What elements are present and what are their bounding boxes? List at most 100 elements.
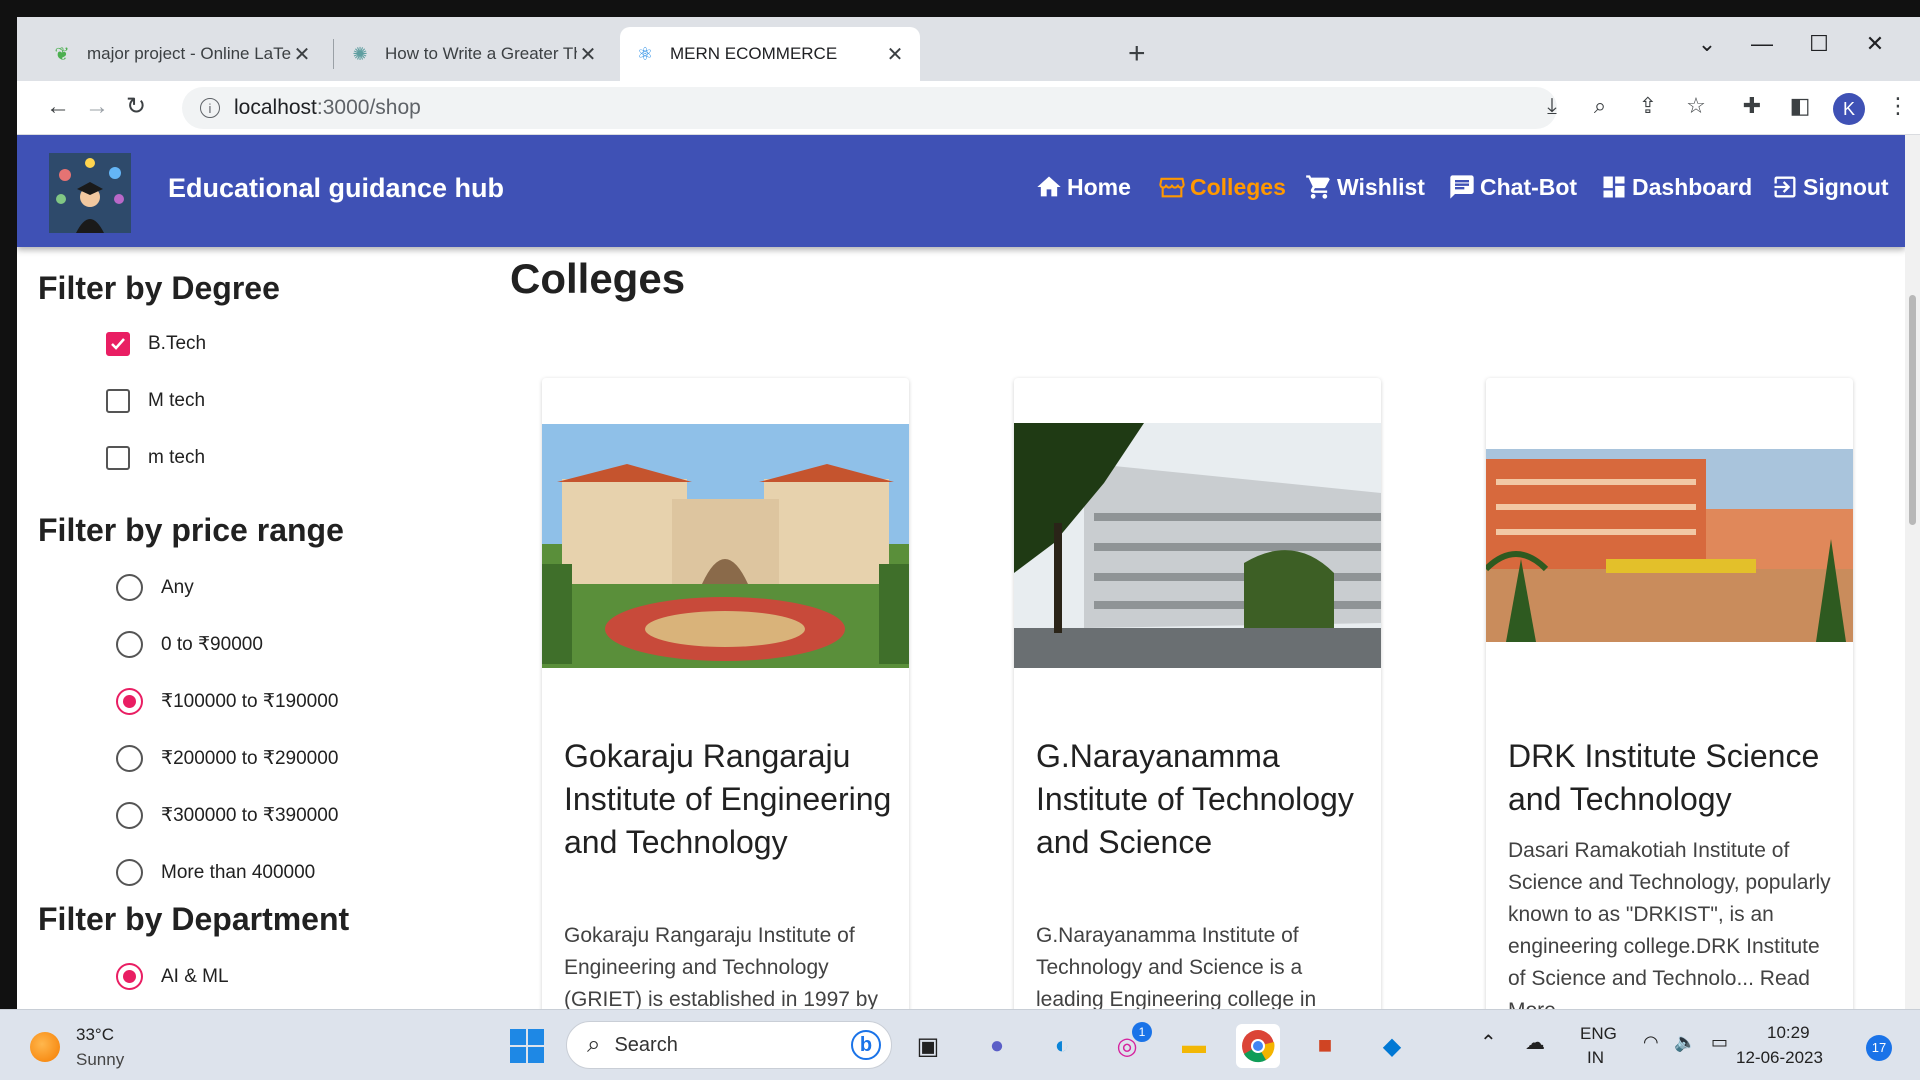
college-name[interactable]: DRK Institute Science and Technology bbox=[1508, 735, 1838, 821]
minimize-icon[interactable]: — bbox=[1742, 31, 1782, 57]
side-panel-icon[interactable]: ◧ bbox=[1785, 93, 1815, 119]
nav-wishlist[interactable]: Wishlist bbox=[1305, 173, 1425, 201]
page-scrollbar[interactable] bbox=[1905, 135, 1920, 1009]
chrome-icon[interactable] bbox=[1236, 1024, 1280, 1068]
weather-temperature[interactable]: 33°C bbox=[76, 1025, 114, 1045]
language-top[interactable]: ENG bbox=[1580, 1024, 1617, 1044]
back-icon[interactable]: ← bbox=[42, 91, 74, 123]
app-header: Educational guidance hub Home Colleges W… bbox=[17, 135, 1905, 247]
department-option-aiml[interactable]: AI & ML bbox=[116, 963, 229, 990]
price-option-100000-190000[interactable]: ₹100000 to ₹190000 bbox=[116, 688, 338, 715]
radio-icon[interactable] bbox=[116, 802, 143, 829]
sun-icon[interactable] bbox=[30, 1032, 60, 1062]
close-window-icon[interactable]: ✕ bbox=[1855, 31, 1895, 57]
vscode-icon[interactable]: ◆ bbox=[1370, 1024, 1414, 1068]
price-option-0-90000[interactable]: 0 to ₹90000 bbox=[116, 631, 263, 658]
onedrive-icon[interactable]: ☁ bbox=[1525, 1030, 1545, 1055]
college-card[interactable]: G.Narayanamma Institute of Technology an… bbox=[1014, 378, 1381, 1009]
option-label: ₹200000 to ₹290000 bbox=[161, 748, 339, 769]
radio-selected-icon[interactable] bbox=[116, 963, 143, 990]
college-image[interactable] bbox=[1486, 449, 1853, 642]
maximize-icon[interactable]: ☐ bbox=[1799, 31, 1839, 57]
college-image[interactable] bbox=[542, 424, 909, 668]
close-icon[interactable]: ✕ bbox=[577, 42, 599, 67]
volume-icon[interactable]: 🔈 bbox=[1674, 1032, 1696, 1053]
college-name[interactable]: G.Narayanamma Institute of Technology an… bbox=[1036, 735, 1366, 864]
college-description: Gokaraju Rangaraju Institute of Engineer… bbox=[564, 924, 878, 1009]
task-view-icon[interactable]: ▣ bbox=[906, 1024, 950, 1068]
scrollbar-thumb[interactable] bbox=[1909, 295, 1916, 525]
college-card[interactable]: DRK Institute Science and Technology Das… bbox=[1486, 378, 1853, 1009]
radio-selected-icon[interactable] bbox=[116, 688, 143, 715]
price-option-more-400000[interactable]: More than 400000 bbox=[116, 859, 315, 886]
radio-icon[interactable] bbox=[116, 631, 143, 658]
college-card[interactable]: Gokaraju Rangaraju Institute of Engineer… bbox=[542, 378, 909, 1009]
option-label: B.Tech bbox=[148, 333, 207, 354]
tab-mern-ecommerce[interactable]: ⚛ MERN ECOMMERCE ✕ bbox=[620, 27, 920, 81]
option-label: AI & ML bbox=[161, 965, 229, 987]
edge-icon[interactable]: ◐ bbox=[1040, 1024, 1084, 1068]
chevron-down-icon[interactable]: ⌄ bbox=[1687, 31, 1727, 57]
info-icon[interactable]: i bbox=[200, 98, 220, 118]
nav-chat-bot[interactable]: Chat-Bot bbox=[1448, 173, 1577, 201]
url-path: :3000/shop bbox=[316, 96, 421, 119]
loading-spinner-icon: ✺ bbox=[352, 43, 368, 64]
filter-price-title: Filter by price range bbox=[38, 512, 344, 548]
reload-icon[interactable]: ↻ bbox=[120, 91, 152, 123]
price-option-200000-290000[interactable]: ₹200000 to ₹290000 bbox=[116, 745, 338, 772]
menu-kebab-icon[interactable]: ⋮ bbox=[1883, 93, 1913, 119]
install-icon[interactable]: ⤓ bbox=[1537, 93, 1567, 119]
radio-icon[interactable] bbox=[116, 574, 143, 601]
nav-label: Colleges bbox=[1190, 173, 1286, 200]
degree-option-mtech[interactable]: M tech bbox=[106, 389, 205, 413]
zoom-icon[interactable]: ⌕ bbox=[1585, 93, 1615, 119]
windows-start-icon[interactable] bbox=[505, 1024, 549, 1068]
clock-date[interactable]: 12-06-2023 bbox=[1736, 1048, 1823, 1068]
tab-separator bbox=[333, 39, 334, 69]
weather-condition[interactable]: Sunny bbox=[76, 1050, 124, 1070]
tab-title: major project - Online LaTeX Edit bbox=[87, 44, 291, 63]
bing-icon[interactable]: b bbox=[851, 1030, 881, 1060]
checkbox-icon[interactable] bbox=[106, 389, 130, 413]
forward-icon[interactable]: → bbox=[81, 91, 113, 123]
clock-time[interactable]: 10:29 bbox=[1767, 1023, 1810, 1043]
college-image[interactable] bbox=[1014, 423, 1381, 668]
cart-icon bbox=[1306, 175, 1330, 199]
chevron-up-icon[interactable]: ⌃ bbox=[1480, 1030, 1497, 1055]
nav-signout[interactable]: Signout bbox=[1771, 173, 1889, 201]
new-tab-button[interactable]: + bbox=[1128, 39, 1146, 69]
degree-option-mtech-lower[interactable]: m tech bbox=[106, 446, 205, 470]
brand-title[interactable]: Educational guidance hub bbox=[168, 173, 504, 204]
nav-colleges[interactable]: Colleges bbox=[1158, 173, 1286, 201]
tab-overleaf[interactable]: ❦ major project - Online LaTeX Edit ✕ bbox=[37, 27, 327, 81]
bookmark-star-icon[interactable]: ☆ bbox=[1681, 93, 1711, 119]
degree-option-btech[interactable]: B.Tech bbox=[106, 332, 206, 356]
os-taskbar: 33°C Sunny ⌕ Search b ▣ ● ◐ ◎ 1 ▬ ■ ◆ ⌃ … bbox=[0, 1009, 1920, 1080]
language-bottom[interactable]: IN bbox=[1587, 1048, 1604, 1068]
price-option-300000-390000[interactable]: ₹300000 to ₹390000 bbox=[116, 802, 338, 829]
radio-icon[interactable] bbox=[116, 745, 143, 772]
close-icon[interactable]: ✕ bbox=[291, 42, 313, 67]
profile-avatar[interactable]: K bbox=[1833, 93, 1865, 125]
battery-icon[interactable]: ▭ bbox=[1711, 1032, 1728, 1053]
nav-home[interactable]: Home bbox=[1035, 173, 1131, 201]
checkbox-checked-icon[interactable] bbox=[106, 332, 130, 356]
teams-chat-icon[interactable]: ● bbox=[975, 1024, 1019, 1068]
wifi-icon[interactable]: ◠ bbox=[1643, 1032, 1659, 1053]
option-label: M tech bbox=[148, 390, 206, 411]
share-icon[interactable]: ⇪ bbox=[1633, 93, 1663, 119]
price-option-any[interactable]: Any bbox=[116, 574, 194, 601]
checkbox-icon[interactable] bbox=[106, 446, 130, 470]
tab-greater-than[interactable]: ✺ How to Write a Greater Than Sym ✕ bbox=[335, 27, 613, 81]
notifications-badge[interactable]: 17 bbox=[1866, 1035, 1892, 1061]
powerpoint-icon[interactable]: ■ bbox=[1303, 1024, 1347, 1068]
radio-icon[interactable] bbox=[116, 859, 143, 886]
college-name[interactable]: Gokaraju Rangaraju Institute of Engineer… bbox=[564, 735, 894, 864]
taskbar-search[interactable]: ⌕ Search b bbox=[566, 1021, 892, 1069]
extensions-icon[interactable]: ✚ bbox=[1737, 93, 1767, 119]
close-icon[interactable]: ✕ bbox=[884, 42, 906, 67]
address-bar[interactable]: i localhost:3000/shop bbox=[182, 87, 1557, 129]
file-explorer-icon[interactable]: ▬ bbox=[1172, 1024, 1216, 1068]
nav-dashboard[interactable]: Dashboard bbox=[1600, 173, 1752, 201]
brand-logo[interactable] bbox=[49, 153, 131, 233]
